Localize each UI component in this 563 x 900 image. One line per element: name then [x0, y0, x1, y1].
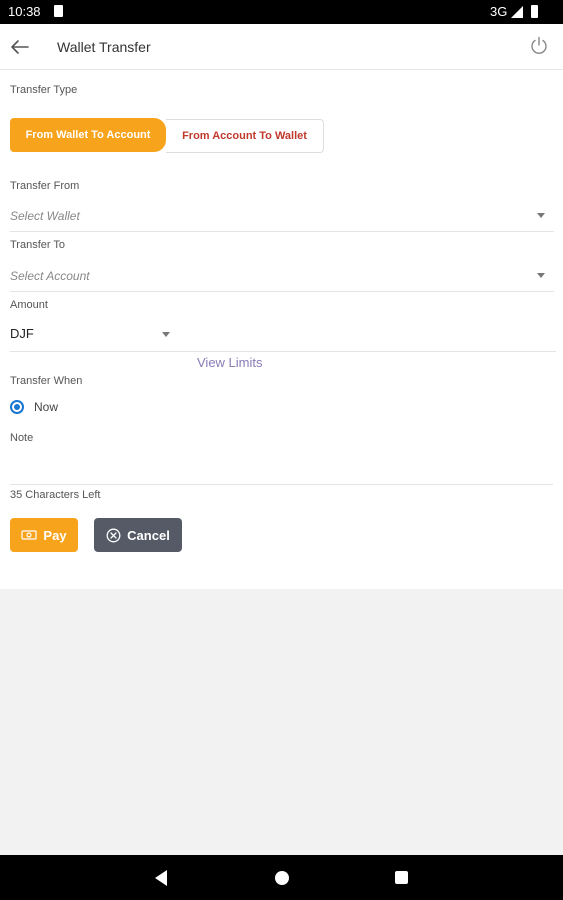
- app-bar: Wallet Transfer: [0, 24, 563, 70]
- note-input[interactable]: [10, 484, 553, 485]
- transfer-from-label: Transfer From: [10, 180, 80, 192]
- now-radio-label[interactable]: Now: [34, 400, 58, 414]
- close-circle-icon: [106, 528, 121, 542]
- transfer-when-label: Transfer When: [10, 375, 83, 387]
- transfer-to-select[interactable]: Select Account: [10, 264, 554, 292]
- view-limits-link[interactable]: View Limits: [197, 355, 263, 370]
- currency-select[interactable]: DJF: [10, 318, 180, 352]
- amount-label: Amount: [10, 299, 48, 311]
- transfer-type-label: Transfer Type: [10, 84, 78, 96]
- transfer-to-label: Transfer To: [10, 239, 66, 251]
- note-label: Note: [10, 432, 34, 444]
- battery-icon: [531, 5, 538, 18]
- app-screen: Wallet Transfer Transfer Type From Walle…: [0, 24, 563, 589]
- characters-left: 35 Characters Left: [10, 489, 101, 501]
- tab-wallet-to-account[interactable]: From Wallet To Account: [10, 118, 166, 152]
- system-nav-bar: [0, 855, 563, 900]
- pay-button-label: Pay: [43, 527, 67, 543]
- money-icon: [21, 530, 38, 540]
- now-radio[interactable]: [10, 400, 24, 414]
- transfer-from-value: Select Wallet: [10, 209, 80, 223]
- status-time: 10:38: [8, 4, 41, 19]
- tab-account-to-wallet[interactable]: From Account To Wallet: [166, 119, 324, 153]
- pay-button[interactable]: Pay: [10, 518, 78, 552]
- cancel-button-label: Cancel: [127, 527, 170, 543]
- status-bar: 10:38 3G: [0, 0, 563, 24]
- currency-value: DJF: [10, 326, 34, 341]
- signal-icon: [511, 6, 523, 18]
- dropdown-caret-icon: [537, 213, 545, 218]
- dropdown-caret-icon: [162, 332, 170, 337]
- nav-home-icon[interactable]: [275, 871, 289, 885]
- transfer-from-select[interactable]: Select Wallet: [10, 204, 554, 232]
- cancel-button[interactable]: Cancel: [94, 518, 182, 552]
- amount-input[interactable]: [180, 351, 556, 352]
- nav-back-icon[interactable]: [155, 870, 167, 886]
- network-type: 3G: [490, 4, 508, 19]
- power-icon[interactable]: [528, 35, 550, 57]
- page-title: Wallet Transfer: [57, 39, 151, 55]
- dropdown-caret-icon: [537, 273, 545, 278]
- back-arrow-icon[interactable]: [6, 33, 34, 61]
- transfer-to-value: Select Account: [10, 269, 90, 283]
- nav-recent-apps-icon[interactable]: [395, 871, 408, 884]
- sd-card-icon: [54, 5, 63, 17]
